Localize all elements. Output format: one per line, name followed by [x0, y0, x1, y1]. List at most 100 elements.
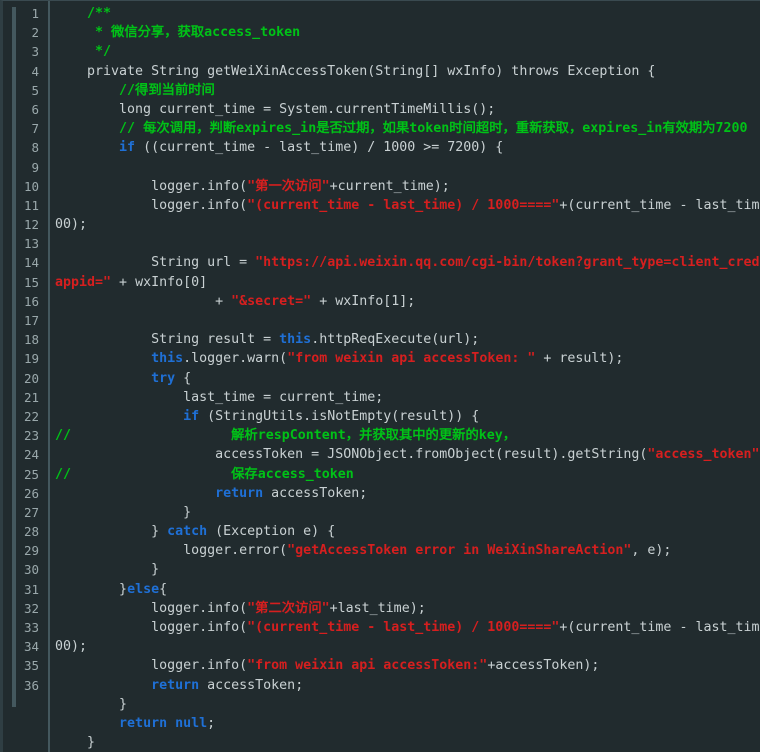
token-comment: //得到当前时间 — [119, 82, 215, 98]
code-line[interactable]: * 微信分享，获取access_token — [55, 23, 760, 42]
token-plain: +current_time); — [329, 178, 450, 194]
code-line[interactable]: // 每次调用，判断expires_in是否过期，如果token时间超时，重新获… — [55, 119, 760, 138]
code-line[interactable]: return accessToken; — [55, 676, 760, 695]
line-number: 28 — [23, 524, 39, 540]
code-line[interactable] — [55, 158, 760, 177]
code-line[interactable]: }else{ — [55, 580, 760, 599]
code-line[interactable]: logger.info("第一次访问"+current_time); — [55, 177, 760, 196]
token-keyword: try — [151, 370, 176, 386]
line-number: 4 — [31, 63, 39, 79]
code-line[interactable]: logger.info("(current_time - last_time) … — [55, 618, 760, 637]
token-comment: // 每次调用，判断expires_in是否过期，如果token时间超时，重新获… — [119, 121, 748, 137]
token-plain: .logger.warn( — [183, 351, 288, 367]
code-line-wrapped[interactable]: 00); — [55, 637, 760, 656]
code-line[interactable]: if (StringUtils.isNotEmpty(result)) { — [55, 407, 760, 426]
code-line[interactable]: /** — [55, 4, 760, 23]
code-line[interactable]: accessToken = JSONObject.fromObject(resu… — [55, 445, 760, 464]
token-plain: (StringUtils.isNotEmpty(result)) { — [199, 408, 480, 424]
token-plain: + — [55, 293, 232, 309]
code-line[interactable]: } — [55, 503, 760, 522]
gutter-separator-rule — [48, 1, 50, 752]
code-line[interactable]: logger.error("getAccessToken error in We… — [55, 541, 760, 560]
token-keyword: else — [127, 581, 160, 597]
code-line[interactable]: String url = "https://api.weixin.qq.com/… — [55, 253, 760, 272]
code-line[interactable]: // 保存access_token — [55, 465, 760, 484]
code-line[interactable]: // 解析respContent，并获取其中的更新的key， — [55, 426, 760, 445]
code-line[interactable]: logger.info("(current_time - last_time) … — [55, 196, 760, 215]
token-plain: +accessToken); — [487, 658, 600, 674]
token-plain: { — [175, 370, 192, 386]
token-plain: 00); — [55, 639, 88, 655]
code-viewer[interactable]: 1 2 3 4 5 6 7 8 9 10 11 12 13 14 15 16 17 18 19 20 21 22 23 24 2… — [0, 0, 760, 752]
code-line[interactable]: private String getWeiXinAccessToken(Stri… — [55, 62, 760, 81]
token-keyword: return — [215, 485, 264, 501]
code-line[interactable]: logger.info("from weixin api accessToken… — [55, 656, 760, 675]
code-line[interactable]: } catch (Exception e) { — [55, 522, 760, 541]
token-plain: long current_time = System.currentTimeMi… — [55, 101, 496, 117]
token-plain: (Exception e) { — [207, 524, 336, 540]
line-number-gutter: 1 2 3 4 5 6 7 8 9 10 11 12 13 14 15 16 17 18 19 20 21 22 23 24 2… — [3, 4, 45, 752]
line-number: 19 — [23, 351, 39, 367]
token-plain: +last_time); — [329, 600, 426, 616]
token-keyword: catch — [167, 524, 208, 540]
token-plain: } — [55, 735, 96, 751]
code-line[interactable]: logger.info("第二次访问"+last_time); — [55, 599, 760, 618]
token-string: "from weixin api accessToken:" — [247, 658, 488, 674]
code-content[interactable]: /** * 微信分享，获取access_token */ private Str… — [55, 4, 760, 752]
token-keyword: if — [119, 140, 136, 156]
code-line[interactable]: //得到当前时间 — [55, 81, 760, 100]
code-line[interactable]: } — [55, 733, 760, 752]
code-line[interactable]: } — [55, 560, 760, 579]
token-keyword: return — [119, 715, 168, 731]
code-line[interactable]: this.logger.warn("from weixin api access… — [55, 349, 760, 368]
token-keyword: null — [175, 715, 208, 731]
token-string: "(current_time - last_time) / 1000====" — [247, 197, 560, 213]
token-plain: } — [55, 562, 160, 578]
token-comment: * 微信分享，获取access_token — [95, 25, 301, 41]
code-line-wrapped[interactable]: 00); — [55, 215, 760, 234]
code-line[interactable]: String result = this.httpReqExecute(url)… — [55, 330, 760, 349]
line-number: 26 — [23, 485, 39, 501]
code-line[interactable]: } — [55, 695, 760, 714]
token-plain: ; — [207, 715, 216, 731]
token-plain: +(current_time - last_time) / 10 — [559, 620, 760, 635]
token-string: "第二次访问" — [247, 600, 330, 616]
token-string: "https://api.weixin.qq.com/cgi-bin/token… — [255, 255, 760, 271]
code-line-wrapped[interactable]: appid=" + wxInfo[0] — [55, 273, 760, 292]
token-string: "&secret=" — [231, 293, 312, 309]
code-line[interactable]: last_time = current_time; — [55, 388, 760, 407]
line-number: 27 — [23, 504, 39, 520]
code-line[interactable]: long current_time = System.currentTimeMi… — [55, 100, 760, 119]
token-plain: , e); — [631, 543, 672, 559]
line-number: 16 — [23, 293, 39, 309]
token-plain: accessToken; — [199, 677, 304, 693]
code-line[interactable]: return accessToken; — [55, 484, 760, 503]
token-plain: + wxInfo[0] — [111, 274, 208, 290]
code-line[interactable] — [55, 311, 760, 330]
token-plain: 00); — [55, 217, 88, 233]
token-keyword: if — [183, 408, 200, 424]
token-plain: +(current_time - last_time) / 10 — [559, 197, 760, 213]
line-number: 20 — [23, 370, 39, 386]
code-line[interactable]: if ((current_time - last_time) / 1000 >=… — [55, 138, 760, 157]
code-line[interactable]: */ — [55, 42, 760, 61]
code-line[interactable]: return null; — [55, 714, 760, 733]
token-comment: // 保存access_token — [55, 466, 354, 482]
code-line[interactable]: try { — [55, 369, 760, 388]
line-number: 15 — [23, 274, 39, 290]
line-number: 7 — [31, 121, 39, 137]
line-number: 23 — [23, 428, 39, 444]
line-number — [3, 695, 45, 714]
code-line[interactable] — [55, 234, 760, 253]
code-line[interactable]: + "&secret=" + wxInfo[1]; — [55, 292, 760, 311]
token-string: appid=" — [55, 274, 112, 290]
line-number: 21 — [23, 389, 39, 405]
